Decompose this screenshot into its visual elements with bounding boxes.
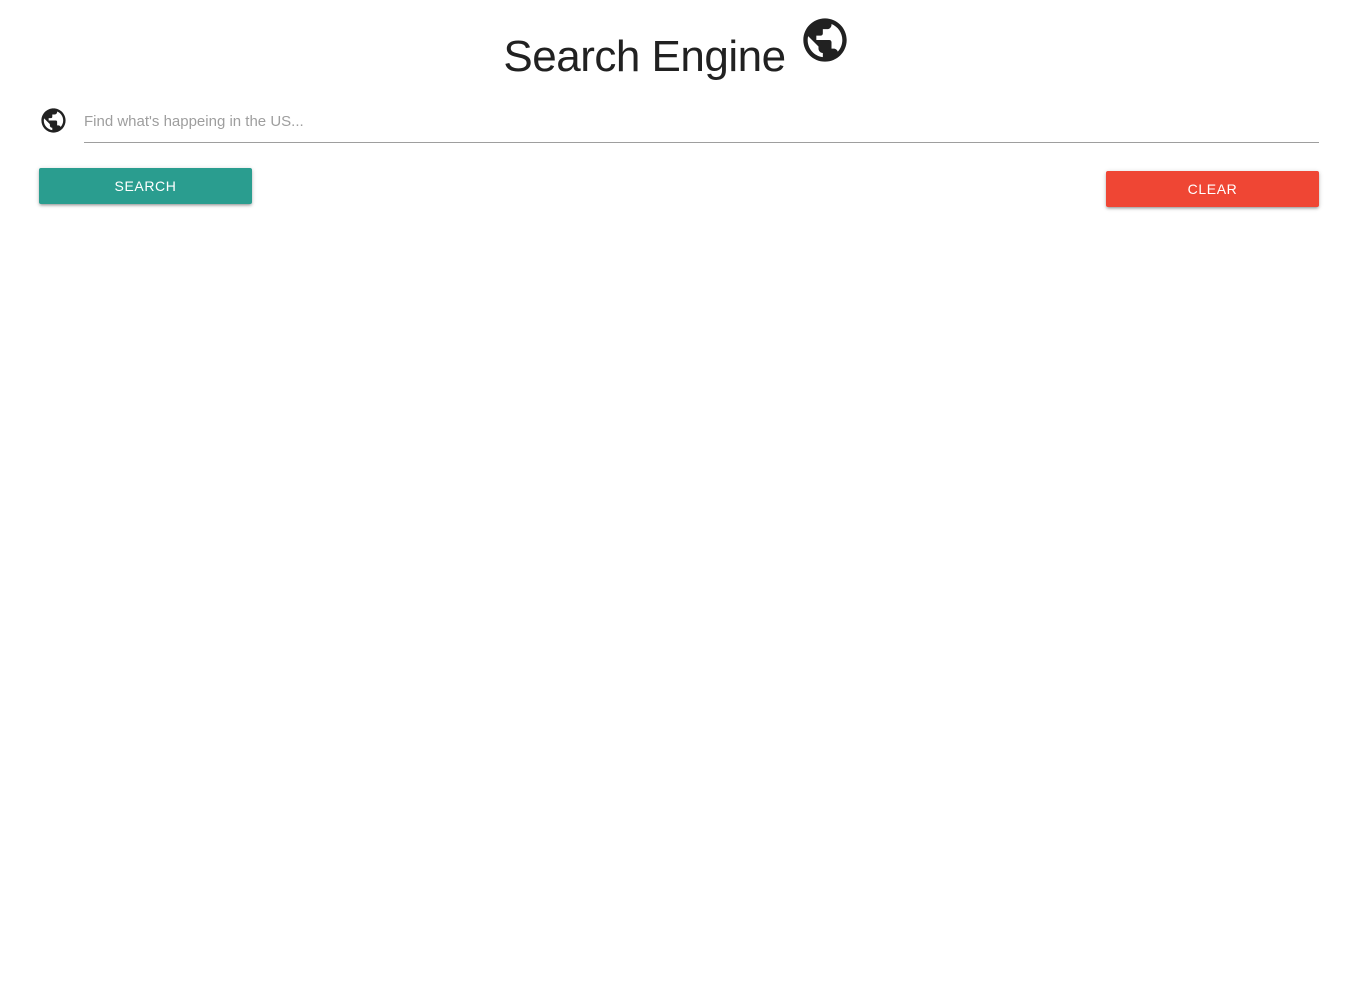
- search-button[interactable]: SEARCH: [39, 168, 252, 204]
- clear-button[interactable]: CLEAR: [1106, 171, 1319, 207]
- page-title: Search Engine: [503, 32, 786, 81]
- globe-icon: [802, 18, 847, 62]
- search-input[interactable]: [84, 100, 1319, 143]
- page: Search Engine SEARCH CLEAR: [0, 0, 1354, 1005]
- search-row: [39, 100, 1319, 146]
- header: Search Engine: [0, 14, 1354, 82]
- globe-icon: [41, 108, 66, 133]
